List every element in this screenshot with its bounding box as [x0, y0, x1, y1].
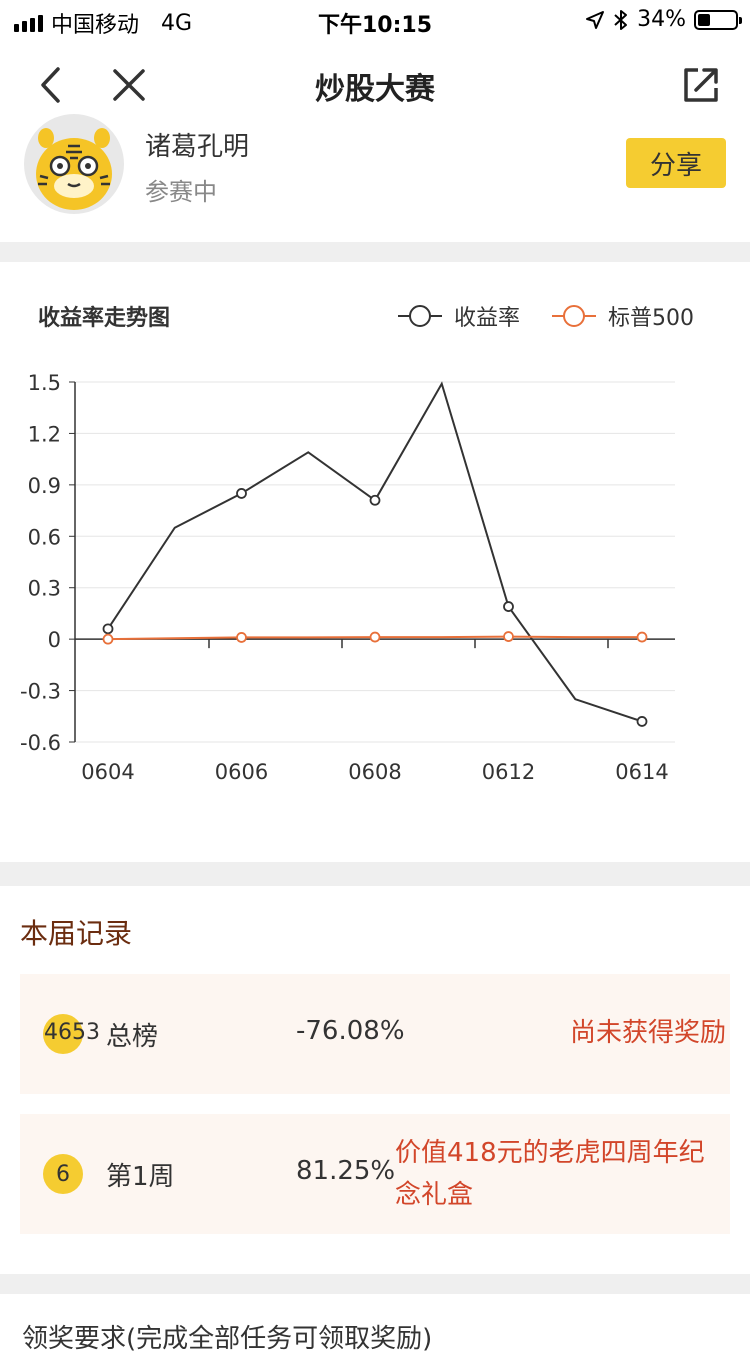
data-point-return [236, 488, 247, 499]
share-button[interactable]: 分享 [626, 138, 726, 188]
legend-item-sp500[interactable]: 标普500 [552, 300, 694, 332]
data-point-sp500 [236, 632, 247, 643]
tiger-avatar-icon [36, 128, 112, 210]
data-point-return [369, 494, 381, 506]
series-line-return [107, 381, 643, 723]
profile-status: 参赛中 [145, 178, 217, 206]
y-tick-label: -0.6 [20, 731, 61, 755]
record-rate: -76.08% [296, 1016, 405, 1046]
external-link-icon [684, 68, 718, 102]
data-point-return [503, 601, 514, 612]
data-point-return [102, 623, 114, 635]
legend-marker-return [398, 303, 442, 329]
avatar [24, 114, 124, 214]
nav-bar: 炒股大赛 [0, 40, 750, 128]
records-title: 本届记录 [20, 917, 133, 950]
battery-percent: 34% [637, 7, 686, 32]
x-tick-label: 0614 [615, 760, 668, 784]
record-rate: 81.25% [296, 1156, 396, 1186]
y-tick-label: 0.6 [28, 525, 61, 549]
status-bar: 中国移动 4G 下午10:15 34% [0, 0, 750, 40]
x-tick-label: 0608 [348, 760, 401, 784]
x-tick-label: 0604 [81, 760, 134, 784]
rank-number: 4653 [44, 1020, 100, 1045]
data-point-sp500 [636, 631, 648, 643]
y-tick-label: 0.3 [28, 577, 61, 601]
section-divider [0, 1274, 750, 1294]
legend-item-return[interactable]: 收益率 [398, 300, 520, 332]
battery-icon [694, 9, 742, 30]
chart-title: 收益率走势图 [38, 306, 171, 331]
record-name: 第1周 [106, 1162, 175, 1192]
x-tick-label: 0612 [482, 760, 535, 784]
section-divider [0, 242, 750, 262]
location-arrow-icon [586, 10, 605, 29]
record-reward: 尚未获得奖励 [569, 1018, 726, 1048]
profile-name: 诸葛孔明 [145, 132, 250, 162]
status-right: 34% [585, 7, 742, 32]
rank-number: 6 [56, 1162, 70, 1187]
y-tick-label: 1.2 [28, 422, 61, 446]
y-tick-label: -0.3 [20, 680, 61, 704]
legend-marker-sp500 [552, 303, 596, 329]
y-tick-label: 0.9 [28, 474, 61, 498]
section-divider [0, 862, 750, 886]
page-title: 炒股大赛 [315, 72, 435, 107]
data-point-sp500 [369, 631, 381, 643]
record-reward: 价值418元的老虎四周年纪念礼盒 [395, 1138, 705, 1210]
record-name: 总榜 [106, 1022, 159, 1052]
data-point-sp500 [102, 633, 114, 645]
legend-label-return: 收益率 [454, 306, 521, 331]
x-tick-label: 0606 [215, 760, 268, 784]
open-external-button[interactable] [676, 60, 726, 110]
record-row-week[interactable]: 6 第1周 81.25% 价值418元的老虎四周年纪念礼盒 [20, 1114, 730, 1234]
record-row-overall[interactable]: 4653 总榜 -76.08% 尚未获得奖励 [20, 974, 730, 1094]
y-tick-label: 1.5 [28, 371, 61, 395]
data-point-sp500 [503, 631, 514, 642]
data-point-return [636, 716, 648, 727]
reward-requirements-heading: 领奖要求(完成全部任务可领取奖励) [22, 1324, 433, 1354]
line-chart: 1.5 1.2 0.9 0.6 0.3 0 -0.3 -0.6 0604 0606 0608 0612… [20, 371, 675, 784]
bluetooth-icon [614, 9, 628, 30]
y-tick-label: 0 [48, 628, 61, 652]
legend-label-sp500: 标普500 [608, 306, 694, 331]
